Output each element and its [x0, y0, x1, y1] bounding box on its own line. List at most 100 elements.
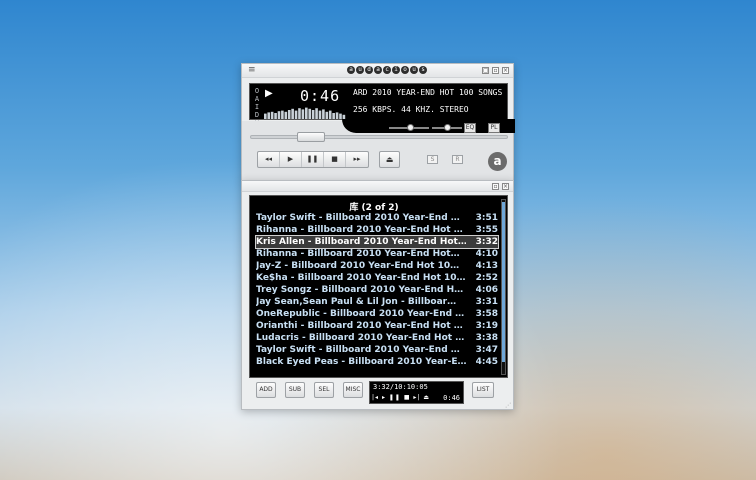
visualizer-bar: [325, 111, 329, 119]
playlist-row[interactable]: Black Eyed Peas - Billboard 2010 Year-E……: [256, 356, 498, 368]
track-duration: 4:06: [475, 285, 498, 295]
playlist-shade-button[interactable]: ▫: [492, 183, 499, 190]
main-window-buttons: ▢ ▫ ×: [482, 67, 509, 74]
spectrum-visualizer[interactable]: [264, 107, 346, 119]
sub-button[interactable]: SUB: [285, 382, 305, 398]
playlist-row[interactable]: Ke$ha - Billboard 2010 Year-End Hot 10… 2…: [256, 272, 498, 284]
visualizer-bar: [281, 110, 284, 119]
resize-grip[interactable]: ⋰: [505, 402, 511, 409]
visualizer-bar: [270, 111, 274, 119]
shade-button[interactable]: ▢: [482, 67, 489, 74]
clutter-i[interactable]: I: [253, 103, 261, 111]
clutter-a[interactable]: A: [253, 95, 261, 103]
track-title: Rihanna - Billboard 2010 Year-End Hot…: [256, 249, 460, 259]
lcd-display: O A I D V ▶ 0:46 ARD 2010 YEAR-END HOT 1…: [249, 83, 508, 127]
track-duration: 3:19: [475, 321, 498, 331]
track-title: Taylor Swift - Billboard 2010 Year-End …: [256, 345, 460, 355]
visualizer-bar: [287, 110, 291, 119]
visualizer-bar: [308, 108, 312, 119]
logo-letter: u: [356, 66, 364, 74]
track-duration: 3:32: [475, 237, 498, 247]
playlist-row[interactable]: Kris Allen - Billboard 2010 Year-End Hot…: [255, 235, 499, 249]
minimize-button[interactable]: ▫: [492, 67, 499, 74]
visualizer-bar: [322, 109, 325, 119]
mini-elapsed-time: 0:46: [443, 394, 460, 402]
visualizer-bar: [311, 110, 315, 119]
repeat-button[interactable]: R: [452, 155, 463, 164]
playlist-row[interactable]: Trey Songz - Billboard 2010 Year-End H… 4…: [256, 284, 498, 296]
seek-thumb[interactable]: [297, 132, 325, 142]
playlist-row[interactable]: Taylor Swift - Billboard 2010 Year-End ……: [256, 344, 498, 356]
track-title: Rihanna - Billboard 2010 Year-End Hot …: [256, 225, 463, 235]
playlist-row[interactable]: OneRepublic - Billboard 2010 Year-End … 3…: [256, 308, 498, 320]
visualizer-bar: [274, 113, 277, 119]
add-button[interactable]: ADD: [256, 382, 276, 398]
playlist-window: ▫ × 库 (2 of 2) Taylor Swift - Billboard …: [241, 180, 514, 410]
track-title: Black Eyed Peas - Billboard 2010 Year-E…: [256, 357, 466, 367]
clutter-o[interactable]: O: [253, 87, 261, 95]
logo-letter: i: [392, 66, 400, 74]
previous-button[interactable]: ◂◂: [258, 152, 280, 167]
track-title: Taylor Swift - Billboard 2010 Year-End …: [256, 213, 460, 223]
track-duration: 3:51: [475, 213, 498, 223]
playlist-button[interactable]: PL: [488, 123, 500, 133]
shuffle-button[interactable]: S: [427, 155, 438, 164]
balance-knob[interactable]: [443, 124, 451, 131]
visualizer-bar: [305, 107, 308, 119]
playlist-row[interactable]: Jay Sean,Sean Paul & Lil Jon - Billboar……: [256, 296, 498, 308]
playlist-scrollbar[interactable]: [501, 199, 506, 375]
playlist-close-button[interactable]: ×: [502, 183, 509, 190]
time-display[interactable]: 0:46: [300, 87, 340, 105]
about-button[interactable]: a: [488, 152, 507, 171]
track-title: Ke$ha - Billboard 2010 Year-End Hot 10…: [256, 273, 466, 283]
playlist-row[interactable]: Orianthi - Billboard 2010 Year-End Hot ……: [256, 320, 498, 332]
play-button[interactable]: ▶: [280, 152, 302, 167]
track-title: Trey Songz - Billboard 2010 Year-End H…: [256, 285, 464, 295]
playlist-titlebar[interactable]: ▫ ×: [242, 181, 513, 192]
misc-button[interactable]: MISC: [343, 382, 363, 398]
mini-transport-controls[interactable]: |◂ ▸ ❚❚ ■ ▸| ⏏: [372, 394, 430, 401]
playlist-row[interactable]: Taylor Swift - Billboard 2010 Year-End ……: [256, 212, 498, 224]
playlist-window-buttons: ▫ ×: [492, 183, 509, 190]
track-title: Jay-Z - Billboard 2010 Year-End Hot 10…: [256, 261, 460, 271]
main-titlebar[interactable]: ≡ a u d a c i o u s ▢ ▫ ×: [242, 64, 513, 78]
track-duration: 3:55: [475, 225, 498, 235]
close-button[interactable]: ×: [502, 67, 509, 74]
visualizer-bar: [284, 111, 288, 119]
visualizer-bar: [291, 108, 294, 119]
visualizer-bar: [267, 112, 271, 119]
seek-bar[interactable]: [250, 132, 508, 142]
main-window: ≡ a u d a c i o u s ▢ ▫ × O A I D V ▶ 0:…: [241, 63, 515, 181]
list-button[interactable]: LIST: [472, 382, 494, 398]
track-title: Jay Sean,Sean Paul & Lil Jon - Billboar…: [256, 297, 457, 307]
visualizer-bar: [318, 110, 322, 119]
volume-slider[interactable]: [389, 124, 429, 131]
playlist-row[interactable]: Ludacris - Billboard 2010 Year-End Hot ……: [256, 332, 498, 344]
stop-button[interactable]: ■: [324, 152, 346, 167]
equalizer-button[interactable]: EQ: [464, 123, 476, 133]
track-duration: 3:47: [475, 345, 498, 355]
clutter-d[interactable]: D: [253, 111, 261, 119]
next-button[interactable]: ▸▸: [346, 152, 368, 167]
visualizer-bar: [264, 113, 267, 119]
playlist-bottom-bar: ADD SUB SEL MISC 3:32/10:10:05 |◂ ▸ ❚❚ ■…: [242, 379, 513, 411]
transport-controls: ◂◂ ▶ ❚❚ ■ ▸▸: [257, 151, 369, 168]
balance-slider[interactable]: [432, 124, 462, 131]
pause-button[interactable]: ❚❚: [302, 152, 324, 167]
sel-button[interactable]: SEL: [314, 382, 334, 398]
logo-letter: d: [365, 66, 373, 74]
eject-button[interactable]: ⏏: [379, 151, 400, 168]
menu-icon[interactable]: ≡: [248, 66, 256, 75]
visualizer-bar: [301, 109, 305, 119]
visualizer-bar: [315, 108, 318, 119]
playlist-list[interactable]: 库 (2 of 2) Taylor Swift - Billboard 2010…: [249, 195, 508, 378]
logo-letter: s: [419, 66, 427, 74]
mini-display: 3:32/10:10:05 |◂ ▸ ❚❚ ■ ▸| ⏏ 0:46: [369, 381, 464, 404]
playlist-row[interactable]: Rihanna - Billboard 2010 Year-End Hot … 3…: [256, 224, 498, 236]
playlist-row[interactable]: Rihanna - Billboard 2010 Year-End Hot… 4:…: [256, 248, 498, 260]
playlist-scrollbar-thumb[interactable]: [502, 202, 505, 362]
song-title-scroller[interactable]: ARD 2010 YEAR-END HOT 100 SONGS: [353, 88, 507, 97]
visualizer-bar: [294, 110, 298, 119]
playlist-row[interactable]: Jay-Z - Billboard 2010 Year-End Hot 10… 4…: [256, 260, 498, 272]
track-duration: 3:58: [475, 309, 498, 319]
